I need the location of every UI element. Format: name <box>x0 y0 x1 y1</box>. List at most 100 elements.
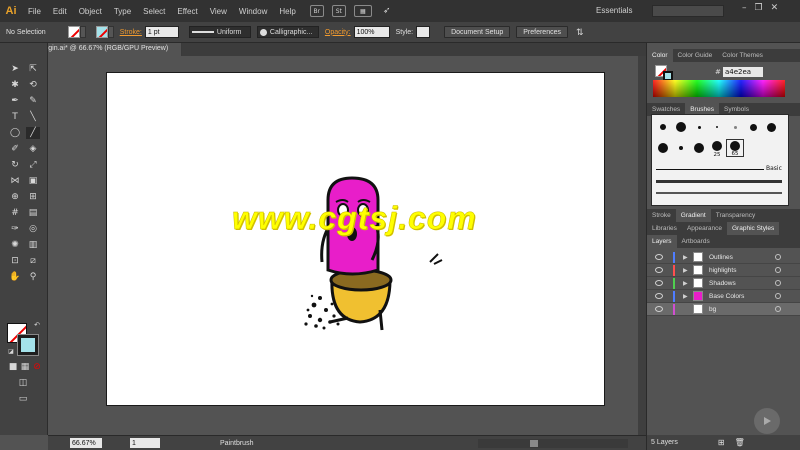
layer-row[interactable]: ▶ Outlines <box>647 251 800 264</box>
brush-basic-row[interactable]: Basic <box>652 163 790 175</box>
tab-color[interactable]: Color <box>647 49 673 62</box>
mesh-tool-icon[interactable]: # <box>8 207 22 219</box>
expand-arrow-icon[interactable]: ▶ <box>683 280 688 287</box>
column-graph-tool-icon[interactable]: ▥ <box>26 239 40 251</box>
menu-edit[interactable]: Edit <box>47 7 73 16</box>
blend-tool-icon[interactable]: ◎ <box>26 223 40 235</box>
profile-dropdown[interactable]: Uniform <box>188 26 251 38</box>
lasso-tool-icon[interactable]: ⟲ <box>26 79 40 91</box>
target-icon[interactable] <box>775 254 781 260</box>
expand-arrow-icon[interactable]: ▶ <box>683 293 688 300</box>
shape-builder-tool-icon[interactable]: ⊕ <box>8 191 22 203</box>
eraser-tool-icon[interactable]: ◈ <box>26 143 40 155</box>
slice-tool-icon[interactable]: ⧄ <box>26 255 40 267</box>
target-icon[interactable] <box>775 267 781 273</box>
color-spectrum[interactable] <box>653 80 785 97</box>
shaper-tool-icon[interactable]: ✐ <box>8 143 22 155</box>
direct-selection-tool-icon[interactable]: ⇱ <box>26 63 40 75</box>
stroke-swatch[interactable] <box>17 334 39 356</box>
brush-calligraphic-9[interactable] <box>672 139 690 157</box>
menu-object[interactable]: Object <box>73 7 108 16</box>
type-tool-icon[interactable]: T <box>8 111 22 123</box>
close-button[interactable]: ✕ <box>771 3 779 13</box>
brush-charcoal-row[interactable] <box>652 175 790 187</box>
restore-button[interactable]: ❐ <box>755 3 763 13</box>
tab-stroke[interactable]: Stroke <box>647 209 676 222</box>
brush-calligraphic-12-selected[interactable]: 65 <box>726 139 744 157</box>
selection-tool-icon[interactable]: ➤ <box>8 63 22 75</box>
minimize-button[interactable]: – <box>742 3 747 13</box>
bridge-button[interactable]: Br <box>309 5 324 17</box>
target-icon[interactable] <box>775 293 781 299</box>
stroke-weight-field[interactable]: 1 pt <box>144 26 179 38</box>
brush-calligraphic-11[interactable]: 25 <box>708 139 726 158</box>
brush-calligraphic-1[interactable] <box>654 118 672 136</box>
hand-tool-icon[interactable]: ✋ <box>8 271 22 283</box>
magic-wand-tool-icon[interactable]: ✱ <box>8 79 22 91</box>
tab-transparency[interactable]: Transparency <box>711 209 761 222</box>
tab-graphic-styles[interactable]: Graphic Styles <box>727 222 780 235</box>
preferences-button[interactable]: Preferences <box>516 26 568 38</box>
tab-color-themes[interactable]: Color Themes <box>717 49 768 62</box>
menu-file[interactable]: File <box>22 7 47 16</box>
brush-dropdown[interactable]: Calligraphic... <box>256 26 319 38</box>
gradient-tool-icon[interactable]: ▤ <box>26 207 40 219</box>
stroke-color-swatch[interactable] <box>95 26 108 38</box>
opacity-label[interactable]: Opacity: <box>325 29 351 36</box>
brush-calligraphic-10[interactable] <box>690 139 708 157</box>
zoom-tool-icon[interactable]: ⚲ <box>26 271 40 283</box>
brush-calligraphic-5[interactable] <box>726 118 744 136</box>
brush-calligraphic-6[interactable] <box>744 118 762 136</box>
delete-layer-icon[interactable]: 🗑 <box>735 438 745 447</box>
expand-arrow-icon[interactable]: ▶ <box>683 267 688 274</box>
rotate-tool-icon[interactable]: ↻ <box>8 159 22 171</box>
brush-calligraphic-4[interactable] <box>708 118 726 136</box>
pen-tool-icon[interactable]: ✒ <box>8 95 22 107</box>
screen-mode-icon[interactable]: ▭ <box>16 393 30 405</box>
zoom-level-field[interactable]: 66.67% <box>70 438 102 448</box>
layer-row[interactable]: ▶ Base Colors <box>647 290 800 303</box>
stroke-label[interactable]: Stroke: <box>120 29 142 36</box>
new-layer-icon[interactable]: ⊞ <box>718 438 725 447</box>
fill-dropdown[interactable] <box>79 26 86 38</box>
tab-libraries[interactable]: Libraries <box>647 222 682 235</box>
menu-effect[interactable]: Effect <box>171 7 203 16</box>
opacity-field[interactable]: 100% <box>353 26 390 38</box>
symbol-sprayer-tool-icon[interactable]: ✺ <box>8 239 22 251</box>
eye-icon[interactable] <box>655 267 663 273</box>
layer-row-selected[interactable]: bg <box>647 303 800 316</box>
eye-icon[interactable] <box>655 280 663 286</box>
search-input[interactable] <box>652 5 724 17</box>
default-colors-icon[interactable]: ◪ <box>4 345 18 357</box>
target-icon[interactable] <box>775 280 781 286</box>
vertical-scrollbar[interactable] <box>638 56 646 435</box>
draw-mode-icon[interactable]: ◫ <box>16 377 30 389</box>
fill-color-swatch[interactable] <box>67 26 80 38</box>
menu-window[interactable]: Window <box>233 7 273 16</box>
brush-calligraphic-2[interactable] <box>672 118 690 136</box>
paintbrush-tool-icon[interactable]: ╱ <box>26 127 40 139</box>
width-tool-icon[interactable]: ⋈ <box>8 175 22 187</box>
menu-help[interactable]: Help <box>273 7 301 16</box>
free-transform-tool-icon[interactable]: ▣ <box>26 175 40 187</box>
horizontal-scrollbar[interactable] <box>478 439 628 448</box>
pill-character-illustration[interactable] <box>290 170 460 335</box>
eyedropper-tool-icon[interactable]: ✑ <box>8 223 22 235</box>
tab-gradient[interactable]: Gradient <box>675 209 711 222</box>
none-mode-icon[interactable]: ⊘ <box>30 361 44 373</box>
menu-type[interactable]: Type <box>108 7 137 16</box>
target-icon[interactable] <box>775 306 781 312</box>
eye-icon[interactable] <box>655 293 663 299</box>
tab-layers[interactable]: Layers <box>647 235 677 248</box>
document-setup-button[interactable]: Document Setup <box>444 26 511 38</box>
layer-row[interactable]: ▶ Shadows <box>647 277 800 290</box>
brush-calligraphic-3[interactable] <box>690 118 708 136</box>
artboard-number-field[interactable]: 1 <box>130 438 160 448</box>
curvature-tool-icon[interactable]: ✎ <box>26 95 40 107</box>
tab-artboards[interactable]: Artboards <box>677 235 715 248</box>
gpu-performance-icon[interactable]: ➶ <box>380 5 394 17</box>
align-options-icon[interactable]: ⇅ <box>576 27 584 38</box>
line-tool-icon[interactable]: ╲ <box>26 111 40 123</box>
brush-calligraphic-7[interactable] <box>762 118 780 136</box>
arrange-documents-icon[interactable]: ▦ <box>353 5 372 17</box>
